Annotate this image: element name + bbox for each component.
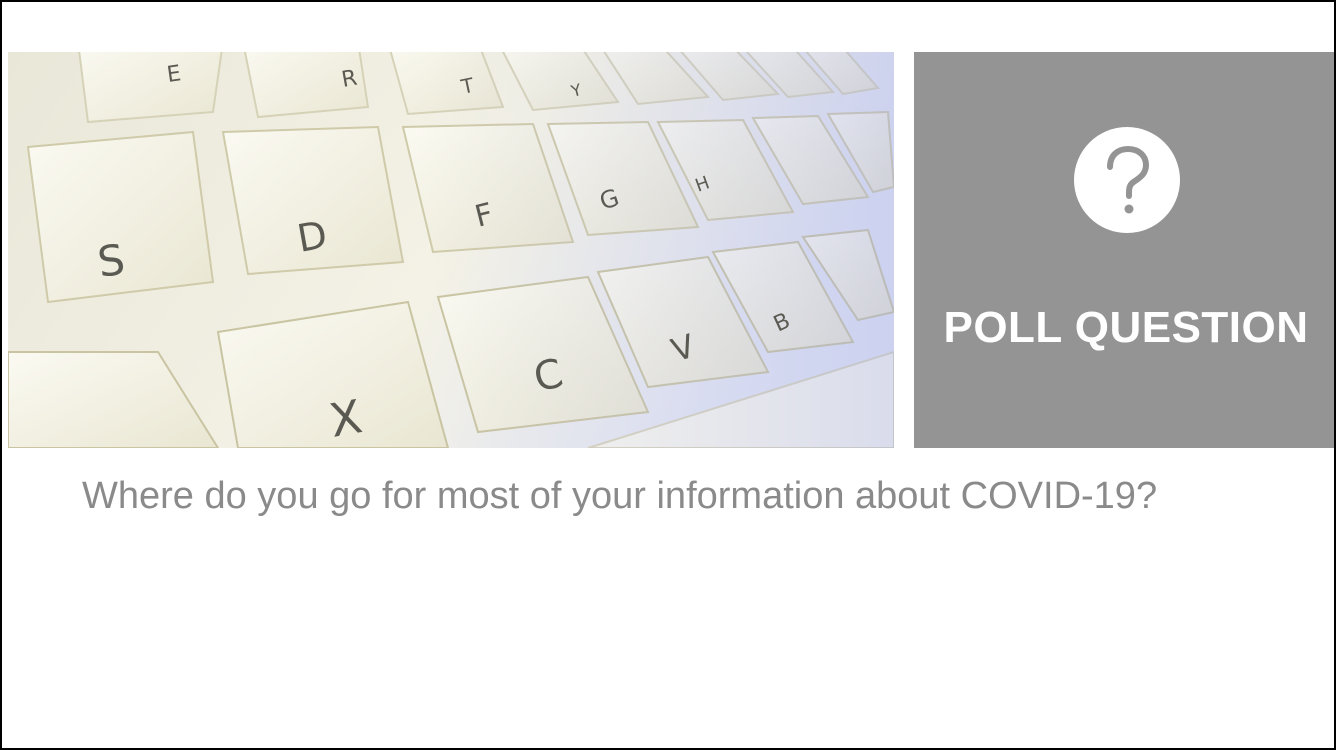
- poll-panel: [914, 52, 1334, 448]
- poll-question-label: POLL QUESTION: [943, 303, 1309, 352]
- question-mark-icon: [1072, 125, 1182, 235]
- slide: E R T Y S D F G H X C V B POLL QUESTION …: [0, 0, 1336, 750]
- keyboard-image: E R T Y S D F G H X C V B: [8, 52, 894, 448]
- keyboard-illustration: E R T Y S D F G H X C V B: [8, 52, 894, 448]
- question-text: Where do you go for most of your informa…: [82, 475, 1158, 517]
